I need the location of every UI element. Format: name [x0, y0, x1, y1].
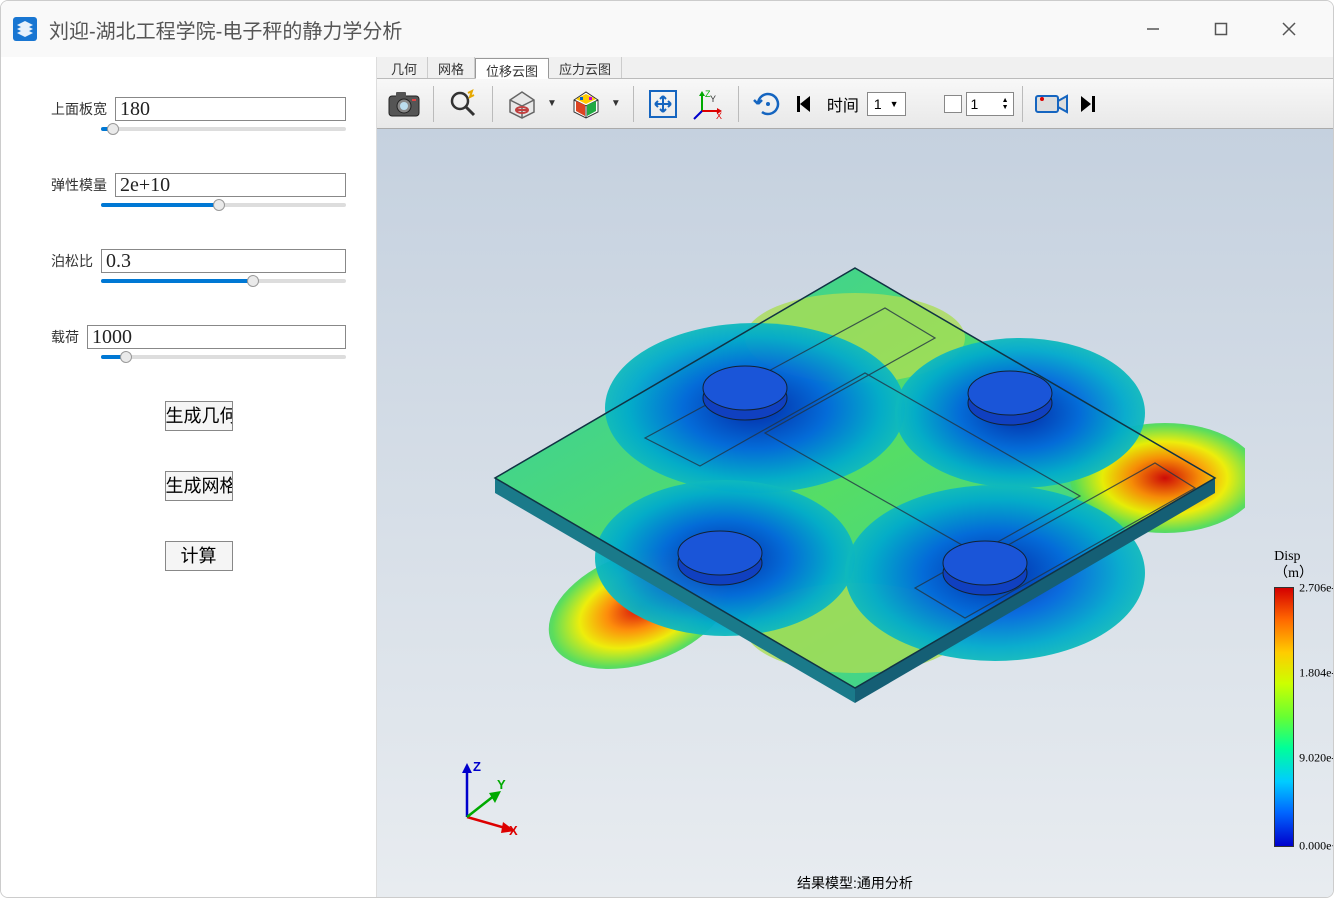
svg-text:X: X [509, 823, 518, 837]
status-text: 结果模型:通用分析 [377, 871, 1333, 895]
sidebar: 上面板宽 180 弹性模量 2e+10 泊松比 0.3 载荷 1000 [1, 57, 376, 897]
window-title: 刘迎-湖北工程学院-电子秤的静力学分析 [49, 15, 1133, 44]
tab-bar: 几何网格位移云图应力云图 [377, 57, 1333, 79]
quick-zoom-button[interactable] [442, 83, 484, 125]
svg-text:X: X [716, 111, 722, 121]
camera-button[interactable] [1031, 83, 1073, 125]
svg-text:Z: Z [473, 759, 481, 774]
fea-model [465, 228, 1245, 768]
window-controls [1133, 9, 1325, 49]
param-slider[interactable] [101, 199, 346, 209]
viewport-3d[interactable]: Z Y X Disp （m） 2.706e-051.804e-059.020e-… [377, 129, 1333, 897]
legend-tick: 2.706e-05 [1299, 580, 1333, 595]
param-row: 上面板宽 180 [51, 97, 346, 133]
app-icon [9, 13, 41, 45]
param-slider[interactable] [101, 123, 346, 133]
tab-2[interactable]: 位移云图 [475, 58, 549, 79]
param-label: 泊松比 [51, 251, 93, 273]
generate-mesh-button[interactable]: 生成网格 [165, 471, 233, 501]
param-input[interactable]: 2e+10 [115, 173, 346, 197]
param-label: 上面板宽 [51, 99, 107, 121]
param-input[interactable]: 1000 [87, 325, 346, 349]
step-spinner[interactable]: 1 ▲▼ [966, 92, 1014, 116]
view-mode-dropdown[interactable]: ▼ [501, 83, 561, 125]
step-forward-button[interactable] [1077, 83, 1099, 125]
legend-tick: 0.000e+00 [1299, 838, 1333, 853]
legend-tick: 9.020e-06 [1299, 750, 1333, 765]
close-button[interactable] [1269, 9, 1309, 49]
app-window: 刘迎-湖北工程学院-电子秤的静力学分析 上面板宽 180 弹性模量 2e+10 [0, 0, 1334, 898]
toolbar: ▼ ▼ [377, 79, 1333, 129]
tab-1[interactable]: 网格 [428, 57, 475, 78]
legend-tick: 1.804e-05 [1299, 665, 1333, 680]
param-input[interactable]: 180 [115, 97, 346, 121]
tab-0[interactable]: 几何 [381, 57, 428, 78]
chevron-down-icon: ▼ [543, 98, 561, 109]
screenshot-button[interactable] [383, 83, 425, 125]
generate-geometry-button[interactable]: 生成几何 [165, 401, 233, 431]
param-slider[interactable] [101, 351, 346, 361]
titlebar: 刘迎-湖北工程学院-电子秤的静力学分析 [1, 1, 1333, 57]
param-row: 弹性模量 2e+10 [51, 173, 346, 209]
minimize-button[interactable] [1133, 9, 1173, 49]
main-area: 几何网格位移云图应力云图 [376, 57, 1333, 897]
chevron-down-icon: ▼ [890, 99, 899, 109]
time-label: 时间 [827, 92, 859, 116]
maximize-button[interactable] [1201, 9, 1241, 49]
param-slider[interactable] [101, 275, 346, 285]
param-row: 泊松比 0.3 [51, 249, 346, 285]
tab-3[interactable]: 应力云图 [549, 57, 622, 78]
axis-triad-button[interactable]: Z Y X [688, 83, 730, 125]
chevron-down-icon: ▼ [607, 98, 625, 109]
fit-view-button[interactable] [642, 83, 684, 125]
checkbox[interactable] [944, 95, 962, 113]
param-input[interactable]: 0.3 [101, 249, 346, 273]
color-legend: Disp （m） 2.706e-051.804e-059.020e-060.00… [1274, 549, 1313, 847]
svg-text:Y: Y [497, 777, 506, 792]
param-row: 载荷 1000 [51, 325, 346, 361]
svg-text:Y: Y [710, 94, 716, 104]
colormap-dropdown[interactable]: ▼ [565, 83, 625, 125]
calculate-button[interactable]: 计算 [165, 541, 233, 571]
step-back-button[interactable] [793, 83, 819, 125]
param-label: 弹性模量 [51, 175, 107, 197]
time-select[interactable]: 1 ▼ [867, 92, 906, 116]
param-label: 载荷 [51, 327, 79, 349]
rotate-button[interactable] [747, 83, 789, 125]
axis-triad-icon: Z Y X [447, 757, 527, 837]
